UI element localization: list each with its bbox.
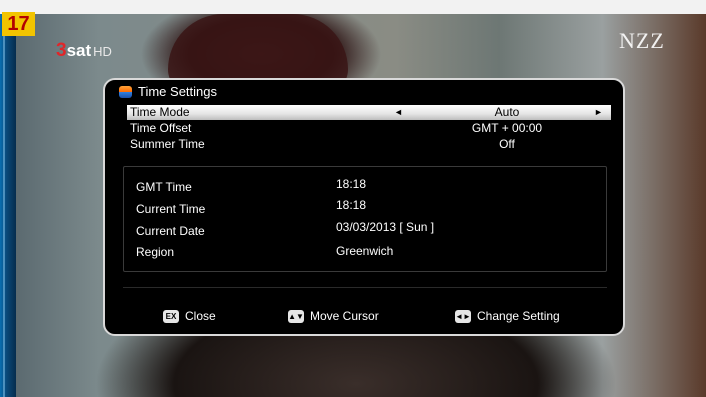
setting-time-offset[interactable]: Time Offset GMT + 00:00 bbox=[127, 121, 611, 136]
left-right-key-icon: ◄► bbox=[455, 309, 471, 323]
left-edge-strip bbox=[0, 14, 16, 397]
setting-value: GMT + 00:00 bbox=[471, 121, 543, 135]
setting-label: Time Offset bbox=[130, 121, 192, 135]
setting-value: Off bbox=[499, 137, 515, 151]
info-label: Current Time bbox=[136, 202, 206, 216]
left-arrow-icon[interactable]: ◄ bbox=[394, 105, 403, 120]
close-hint[interactable]: EX Close bbox=[163, 309, 216, 323]
corner-logo: NZZ bbox=[619, 28, 665, 53]
info-label: GMT Time bbox=[136, 180, 192, 194]
broadcaster-logo: 3sat HD bbox=[56, 40, 112, 62]
dialog-title: Time Settings bbox=[119, 84, 217, 99]
right-arrow-icon[interactable]: ► bbox=[594, 105, 603, 120]
setting-summer-time[interactable]: Summer Time Off bbox=[127, 137, 611, 152]
logo-hd: HD bbox=[93, 44, 112, 59]
exit-key-icon: EX bbox=[163, 309, 179, 323]
info-value: 03/03/2013 [ Sun ] bbox=[336, 220, 435, 234]
time-settings-dialog: Time Settings Time Mode ◄ Auto ► Time Of… bbox=[103, 78, 625, 336]
top-band bbox=[0, 0, 706, 14]
move-cursor-label: Move Cursor bbox=[310, 309, 379, 323]
setting-time-mode[interactable]: Time Mode ◄ Auto ► bbox=[127, 105, 611, 120]
close-label: Close bbox=[185, 309, 216, 323]
dialog-title-text: Time Settings bbox=[138, 84, 217, 99]
channel-number-badge: 17 bbox=[2, 12, 35, 36]
info-value: Greenwich bbox=[336, 244, 394, 258]
logo-name: sat bbox=[66, 41, 92, 60]
footer-divider bbox=[123, 287, 607, 288]
move-cursor-hint[interactable]: ▲▼ Move Cursor bbox=[288, 309, 379, 323]
settings-icon bbox=[119, 85, 132, 98]
info-label: Current Date bbox=[136, 224, 205, 238]
info-value: 18:18 bbox=[336, 198, 367, 212]
info-row-current-time: Current Time 18:18 bbox=[136, 198, 366, 216]
info-value: 18:18 bbox=[336, 177, 367, 191]
time-info-panel: GMT Time 18:18 Current Time 18:18 Curren… bbox=[123, 166, 607, 272]
setting-label: Summer Time bbox=[130, 137, 205, 151]
setting-label: Time Mode bbox=[130, 105, 190, 119]
up-down-key-icon: ▲▼ bbox=[288, 309, 304, 323]
info-row-region: Region Greenwich bbox=[136, 244, 393, 259]
info-row-gmt-time: GMT Time 18:18 bbox=[136, 177, 366, 194]
setting-value: Auto bbox=[494, 105, 520, 119]
tv-frame: 17 3sat HD NZZ Time Settings Time Mode ◄ … bbox=[0, 0, 706, 397]
info-label: Region bbox=[136, 245, 175, 259]
change-setting-hint[interactable]: ◄► Change Setting bbox=[455, 309, 560, 323]
logo-number: 3 bbox=[56, 40, 67, 61]
change-setting-label: Change Setting bbox=[477, 309, 560, 323]
info-row-current-date: Current Date 03/03/2013 [ Sun ] bbox=[136, 220, 434, 238]
